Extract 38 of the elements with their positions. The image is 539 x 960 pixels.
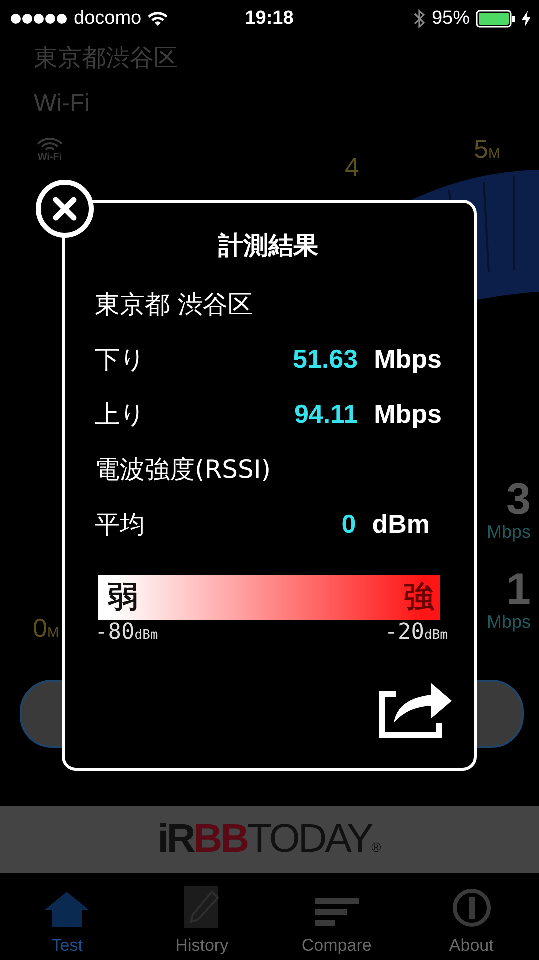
bars-icon (312, 896, 361, 928)
scale-max-label: -20dBm (384, 620, 448, 645)
strong-label: 強 (404, 579, 434, 617)
speed-unit: Mbps (374, 344, 442, 375)
rssi-value: 0 (342, 509, 356, 540)
speed-unit: Mbps (486, 522, 531, 543)
weak-label: 弱 (108, 579, 138, 617)
dialog-title: 計測結果 (217, 230, 320, 262)
network-label: Wi-Fi (34, 90, 90, 118)
rssi-label: 平均 (95, 509, 146, 541)
speed-value: 3 (506, 478, 531, 522)
battery-icon (476, 10, 516, 28)
carrier-name: docomo (74, 8, 142, 30)
gauge-label: 5M (474, 134, 500, 165)
speed-label: 上り (95, 399, 147, 431)
info-icon (452, 888, 492, 928)
home-icon (43, 890, 92, 928)
speed-value: 94.11 (294, 399, 358, 430)
wifi-icon (148, 12, 168, 26)
gauge-label: 0M (33, 613, 60, 644)
signal-icon (10, 13, 68, 25)
bluetooth-icon (414, 9, 426, 29)
close-icon (52, 196, 78, 222)
wifi-icon (36, 138, 64, 152)
gauge-label: 4 (345, 152, 360, 183)
speed-value: 1 (506, 568, 531, 612)
rssi-unit: dBm (372, 509, 430, 540)
scale-min-label: -80dBm (95, 620, 158, 645)
battery-percent: 95% (432, 8, 470, 30)
wifi-label: Wi-Fi (38, 152, 62, 163)
location-text: 東京都 渋谷区 (95, 289, 254, 321)
location-label: 東京都渋谷区 (34, 43, 178, 74)
speed-unit: Mbps (374, 399, 442, 430)
clock-time: 19:18 (244, 8, 295, 30)
rssi-heading: 電波強度(RSSI) (95, 454, 272, 486)
speed-value: 51.63 (293, 344, 358, 375)
speed-label: 下り (95, 344, 147, 376)
speed-unit: Mbps (486, 612, 531, 633)
